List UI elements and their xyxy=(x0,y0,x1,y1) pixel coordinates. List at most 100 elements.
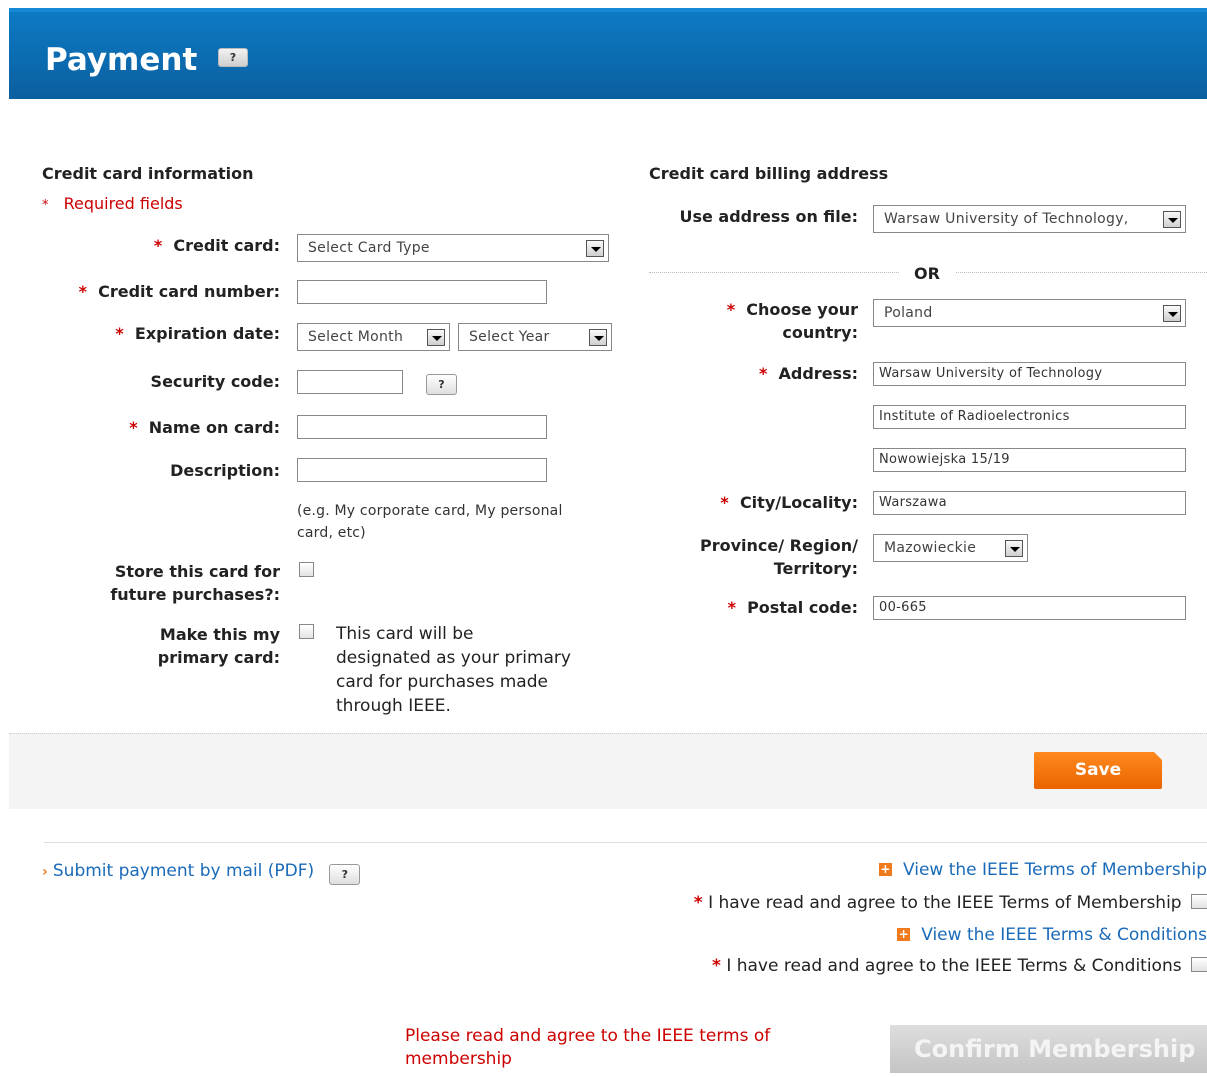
primary-card-text-line: This card will be xyxy=(336,624,474,644)
primary-card-text-line: card for purchases made xyxy=(336,672,548,692)
required-fields-text: Required fields xyxy=(63,194,183,213)
required-star: * xyxy=(129,418,138,437)
terms-conditions-link[interactable]: View the IEEE Terms & Conditions xyxy=(921,925,1207,945)
terms-membership-link[interactable]: View the IEEE Terms of Membership xyxy=(903,860,1207,880)
required-star: * xyxy=(693,893,703,913)
name-on-card-input[interactable] xyxy=(297,415,547,439)
or-label: OR xyxy=(914,264,940,283)
province-label-line: Territory: xyxy=(773,559,858,578)
expiration-date-label: * Expiration date: xyxy=(60,322,280,345)
submit-by-mail-link[interactable]: Submit payment by mail (PDF) xyxy=(53,861,314,881)
city-input[interactable]: Warszawa xyxy=(873,491,1186,515)
chevron-right-icon: › xyxy=(42,864,48,880)
mail-help-button[interactable]: ? xyxy=(329,864,361,885)
province-select[interactable]: Mazowieckie xyxy=(873,534,1028,562)
plus-icon: + xyxy=(897,927,911,941)
save-button[interactable]: Save xyxy=(1034,752,1162,789)
credit-card-select-value: Select Card Type xyxy=(308,240,430,256)
use-address-label: Use address on file: xyxy=(679,207,858,226)
postal-code-label: * Postal code: xyxy=(660,596,858,619)
confirm-membership-button[interactable]: Confirm Membership xyxy=(890,1025,1207,1073)
expiration-month-value: Select Month xyxy=(308,329,404,345)
card-number-label-text: Credit card number: xyxy=(98,282,280,301)
agree-membership-checkbox[interactable] xyxy=(1191,894,1207,909)
required-star: * xyxy=(759,364,768,383)
description-hint-line: card, etc) xyxy=(297,525,366,541)
required-star: * xyxy=(153,236,163,255)
chevron-down-icon xyxy=(427,329,445,346)
name-on-card-label-text: Name on card: xyxy=(148,418,280,437)
description-input[interactable] xyxy=(297,458,547,482)
save-bar xyxy=(9,733,1207,809)
primary-card-label: Make this my primary card: xyxy=(60,623,280,669)
or-divider-right xyxy=(956,272,1207,273)
store-card-label: Store this card for future purchases?: xyxy=(60,560,280,606)
credit-card-label-text: Credit card: xyxy=(173,236,280,255)
store-card-checkbox[interactable] xyxy=(299,562,314,577)
country-select[interactable]: Poland xyxy=(873,299,1186,327)
terms-membership-row: + View the IEEE Terms of Membership xyxy=(878,860,1207,880)
primary-card-text-line: through IEEE. xyxy=(336,696,451,716)
primary-card-label-line: primary card: xyxy=(157,648,280,667)
description-label: Description: xyxy=(170,461,280,480)
agree-conditions-checkbox[interactable] xyxy=(1191,957,1207,972)
chevron-down-icon xyxy=(586,240,604,257)
chevron-down-icon xyxy=(589,329,607,346)
required-star: * xyxy=(42,198,49,213)
required-star: * xyxy=(726,300,736,319)
credit-card-label: * Credit card: xyxy=(80,234,280,257)
chevron-down-icon xyxy=(1163,305,1181,322)
address-line-3-input[interactable]: Nowowiejska 15/19 xyxy=(873,448,1186,472)
address-line-2-input[interactable]: Institute of Radioelectronics xyxy=(873,405,1186,429)
chevron-down-icon xyxy=(1163,211,1181,228)
primary-card-checkbox[interactable] xyxy=(299,624,314,639)
agree-conditions-text: I have read and agree to the IEEE Terms … xyxy=(726,956,1182,976)
expiration-month-select[interactable]: Select Month xyxy=(297,323,450,351)
required-star: * xyxy=(78,282,87,301)
security-code-input[interactable] xyxy=(297,370,403,394)
use-address-select[interactable]: Warsaw University of Technology, xyxy=(873,205,1186,233)
page-header: Payment xyxy=(9,8,1207,99)
primary-card-label-line: Make this my xyxy=(159,625,280,644)
payment-help-button[interactable]: ? xyxy=(218,48,248,67)
required-star: * xyxy=(115,324,124,343)
credit-card-info-heading: Credit card information xyxy=(42,164,254,183)
store-card-label-line: future purchases?: xyxy=(110,585,280,604)
billing-address-heading: Credit card billing address xyxy=(649,164,889,183)
address-line-1-input[interactable]: Warsaw University of Technology xyxy=(873,362,1186,386)
postal-code-label-text: Postal code: xyxy=(747,598,858,617)
card-number-input[interactable] xyxy=(297,280,547,304)
province-label-line: Province/ Region/ xyxy=(700,536,858,555)
city-label: * City/Locality: xyxy=(660,491,858,514)
card-number-label: * Credit card number: xyxy=(40,280,280,303)
country-label-line: Choose your xyxy=(746,300,858,319)
primary-card-description: This card will be designated as your pri… xyxy=(336,622,616,718)
chevron-down-icon xyxy=(1005,540,1023,557)
agree-membership-text: I have read and agree to the IEEE Terms … xyxy=(708,893,1182,913)
required-star: * xyxy=(727,598,736,617)
required-star: * xyxy=(720,493,729,512)
expiration-year-select[interactable]: Select Year xyxy=(458,323,612,351)
terms-error-line: Please read and agree to the IEEE terms … xyxy=(405,1026,771,1046)
name-on-card-label: * Name on card: xyxy=(80,416,280,439)
postal-code-input[interactable]: 00-665 xyxy=(873,596,1186,620)
province-label: Province/ Region/ Territory: xyxy=(640,534,858,580)
required-star: * xyxy=(712,956,721,976)
expiration-year-value: Select Year xyxy=(469,329,550,345)
agree-conditions-row: * I have read and agree to the IEEE Term… xyxy=(712,956,1207,976)
or-divider-left xyxy=(649,272,899,273)
description-hint-line: (e.g. My corporate card, My personal xyxy=(297,503,563,519)
credit-card-select[interactable]: Select Card Type xyxy=(297,234,609,262)
terms-conditions-row: + View the IEEE Terms & Conditions xyxy=(897,925,1207,945)
country-label: * Choose your country: xyxy=(660,298,858,344)
country-label-line: country: xyxy=(782,323,858,342)
country-value: Poland xyxy=(884,305,933,321)
required-fields-note: * Required fields xyxy=(42,194,183,213)
security-code-help-button[interactable]: ? xyxy=(426,374,457,395)
terms-error-line: membership xyxy=(405,1049,512,1069)
section-divider xyxy=(44,842,1207,843)
description-hint: (e.g. My corporate card, My personal car… xyxy=(297,500,617,544)
plus-icon: + xyxy=(878,862,892,876)
store-card-label-line: Store this card for xyxy=(114,562,280,581)
province-value: Mazowieckie xyxy=(884,540,977,556)
